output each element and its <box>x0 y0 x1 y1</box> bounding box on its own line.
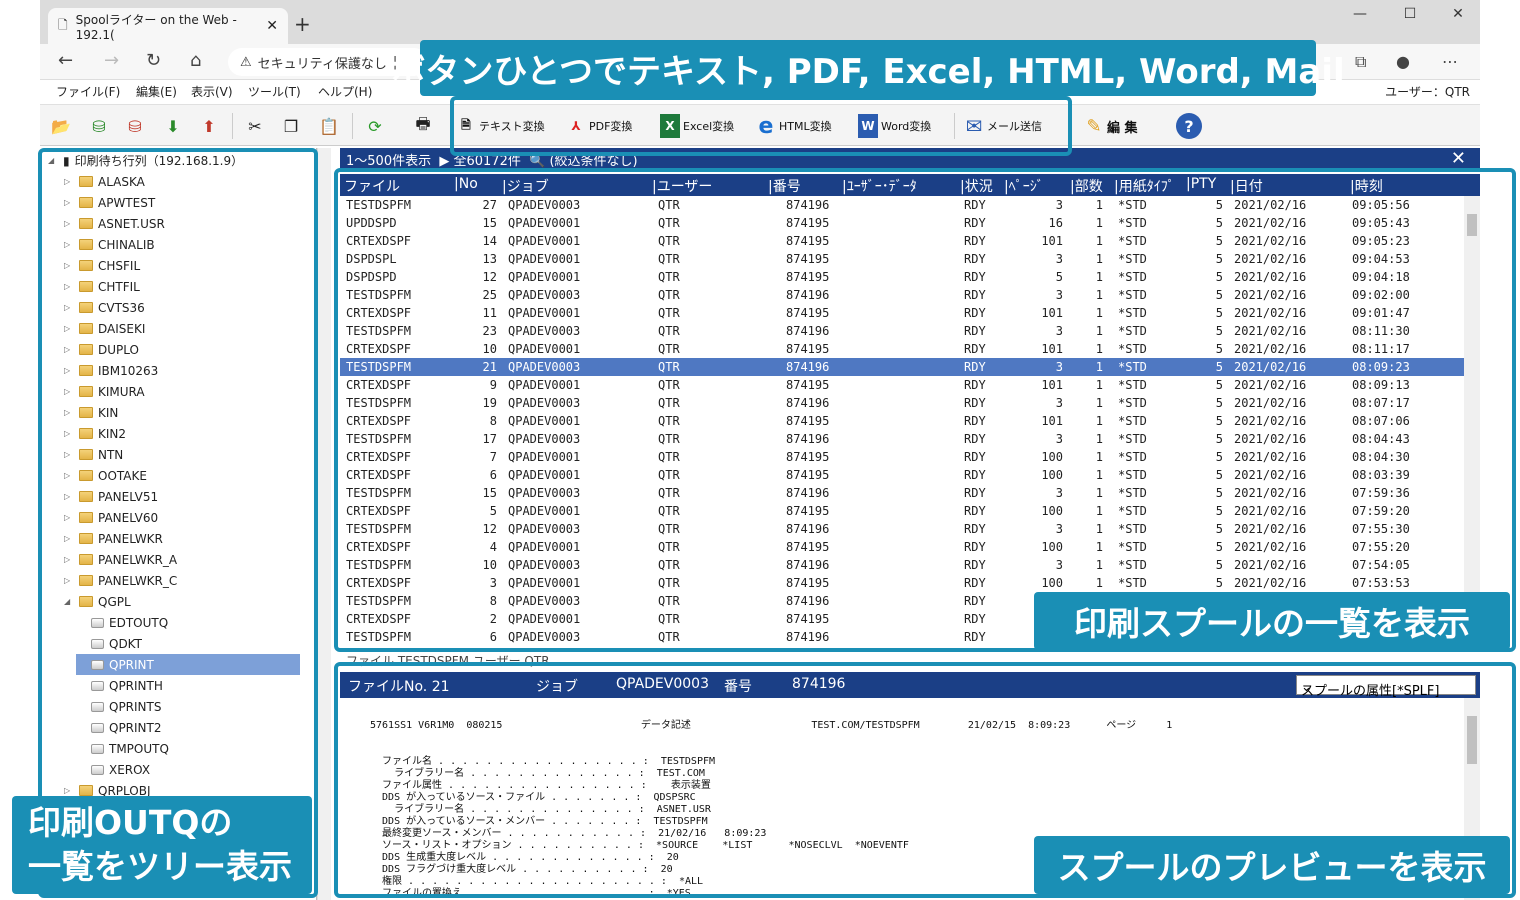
tab-title: Spoolライター on the Web - 192.1( <box>75 12 237 42</box>
edit-button[interactable]: ✎ 編 集 <box>1084 113 1138 139</box>
separator <box>232 113 233 139</box>
import-icon[interactable]: ⬆ <box>196 113 222 139</box>
callout-top: ボタンひとつでテキスト, PDF, Excel, HTML, Word, Mai… <box>391 40 1345 96</box>
edit-label: 編 集 <box>1107 120 1138 136</box>
download-db-icon[interactable]: ⛁ <box>86 113 112 139</box>
export-icon[interactable]: ⬇ <box>160 113 186 139</box>
forward-icon[interactable]: → <box>104 50 119 71</box>
profile-icon[interactable]: ● <box>1396 52 1410 71</box>
callout-preview: スプールのプレビューを表示 <box>1034 836 1510 894</box>
separator <box>352 113 353 139</box>
upload-db-icon[interactable]: ⛁ <box>122 113 148 139</box>
tree-highlight-frame <box>38 148 318 898</box>
menu-edit[interactable]: 編集(E) <box>136 83 177 100</box>
warning-icon: ⚠ <box>240 54 252 70</box>
close-icon[interactable]: ✕ <box>1451 148 1466 169</box>
back-icon[interactable]: ← <box>58 50 73 71</box>
menu-tool[interactable]: ツール(T) <box>248 83 301 100</box>
menu-file[interactable]: ファイル(F) <box>56 83 120 100</box>
close-tab-icon[interactable]: ✕ <box>266 18 278 34</box>
cut-icon[interactable]: ✂ <box>242 113 268 139</box>
menu-help[interactable]: ヘルプ(H) <box>318 83 372 100</box>
home-icon[interactable]: ⌂ <box>190 50 201 71</box>
tab-strip: 🗋 Spoolライター on the Web - 192.1( ✕ + — ☐ … <box>40 0 1480 44</box>
menu-view[interactable]: 表示(V) <box>191 83 233 100</box>
tree-scrollbar[interactable] <box>317 148 331 900</box>
close-window-icon[interactable]: ✕ <box>1438 6 1478 22</box>
print-icon[interactable]: 🖶 <box>410 113 436 139</box>
list-highlight-frame <box>334 168 1516 652</box>
open-folder-icon[interactable]: 📂 <box>48 113 74 139</box>
minimize-icon[interactable]: — <box>1340 6 1380 22</box>
pencil-icon: ✎ <box>1086 115 1102 137</box>
copy-icon[interactable]: ❐ <box>278 113 304 139</box>
callout-tree-line1: 印刷OUTQの <box>28 803 233 842</box>
maximize-icon[interactable]: ☐ <box>1390 6 1430 22</box>
collections-icon[interactable]: ⧉ <box>1355 52 1366 72</box>
paste-icon[interactable]: 📋 <box>316 113 342 139</box>
refresh-icon[interactable]: ⟳ <box>362 113 388 139</box>
new-tab-icon[interactable]: + <box>294 12 311 36</box>
callout-list: 印刷スプールの一覧を表示 <box>1034 592 1510 650</box>
callout-tree-line2: 一覧をツリー表示 <box>28 847 292 886</box>
help-icon[interactable]: ? <box>1176 113 1202 139</box>
user-label: ユーザー：QTR <box>1385 85 1470 99</box>
browser-tab[interactable]: 🗋 Spoolライター on the Web - 192.1( ✕ <box>48 8 288 44</box>
toolbar-highlight-frame <box>450 96 1072 156</box>
page-icon: 🗋 <box>58 17 68 32</box>
range-label: 1～500件表示 <box>346 153 432 169</box>
callout-tree: 印刷OUTQの 一覧をツリー表示 <box>12 796 312 894</box>
security-label: セキュリティ保護なし <box>257 56 387 72</box>
reload-icon[interactable]: ↻ <box>146 50 161 71</box>
more-icon[interactable]: ⋯ <box>1442 52 1458 71</box>
